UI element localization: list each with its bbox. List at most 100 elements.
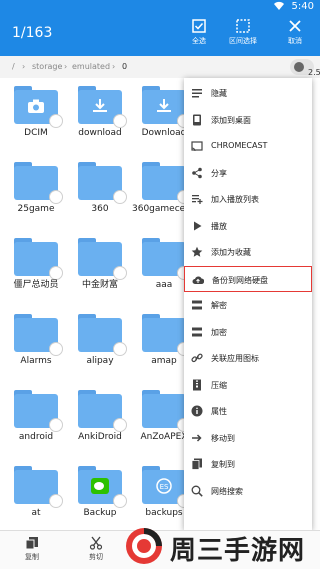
cut-button[interactable]: 剪切 xyxy=(76,536,116,562)
breadcrumb-sep: › xyxy=(64,62,68,71)
select-checkbox[interactable] xyxy=(113,114,127,128)
select-checkbox[interactable] xyxy=(113,266,127,280)
folder-item[interactable]: Backup xyxy=(68,458,132,530)
menu-item-label: 分享 xyxy=(211,168,227,178)
folder-label: 360 xyxy=(91,204,109,214)
compress-icon xyxy=(193,379,201,390)
menu-item-label: 关联应用图标 xyxy=(211,354,259,363)
cancel-button[interactable]: 取消 xyxy=(270,18,320,46)
share-icon xyxy=(192,167,202,178)
star-icon xyxy=(191,246,203,257)
folder-item[interactable]: 中金财富 xyxy=(68,230,132,302)
copy-to-icon xyxy=(191,458,202,470)
folder-item[interactable]: AnkiDroid xyxy=(68,382,132,454)
folder-icon xyxy=(14,390,63,432)
menu-item-label: 隐藏 xyxy=(211,89,227,98)
encrypt-icon xyxy=(192,327,202,336)
select-checkbox[interactable] xyxy=(113,190,127,204)
menu-item-label: 移动到 xyxy=(211,433,235,443)
folder-icon xyxy=(78,238,127,280)
hide-icon xyxy=(192,89,202,98)
folder-item[interactable]: 360 xyxy=(68,154,132,226)
folder-label: 25game xyxy=(17,204,55,214)
folder-icon xyxy=(14,314,63,356)
storage-indicator[interactable]: 2.5... xyxy=(290,59,320,77)
folder-icon xyxy=(142,238,191,280)
folder-icon xyxy=(78,86,127,128)
folder-item[interactable]: download xyxy=(68,78,132,150)
menu-item[interactable]: 复制到 xyxy=(184,451,312,477)
menu-item[interactable]: CHROMECAST xyxy=(184,133,312,159)
watermark-logo-icon xyxy=(126,528,162,564)
menu-item[interactable]: 添加到桌面 xyxy=(184,107,312,133)
select-checkbox[interactable] xyxy=(49,418,63,432)
menu-item[interactable]: 加密 xyxy=(184,319,312,345)
folder-item[interactable]: 25game xyxy=(4,154,68,226)
select-checkbox[interactable] xyxy=(113,494,127,508)
menu-item[interactable]: 分享 xyxy=(184,160,312,186)
select-checkbox[interactable] xyxy=(49,494,63,508)
menu-item-label: 播放 xyxy=(211,221,227,231)
folder-icon xyxy=(142,390,191,432)
menu-item[interactable]: 关联应用图标 xyxy=(184,345,312,371)
play-icon xyxy=(194,221,202,230)
download-icon xyxy=(90,98,110,114)
menu-item[interactable]: 网络搜索 xyxy=(184,478,312,504)
menu-item[interactable]: 播放 xyxy=(184,213,312,239)
menu-item[interactable]: 备份到网络硬盘 xyxy=(184,265,312,292)
menu-item[interactable]: 移动到 xyxy=(184,425,312,451)
select-all-label: 全选 xyxy=(192,37,206,45)
select-checkbox[interactable] xyxy=(113,342,127,356)
menu-item-label: 加密 xyxy=(211,327,227,337)
watermark-text: 周三手游网 xyxy=(170,536,306,566)
copy-label: 复制 xyxy=(25,553,39,561)
folder-item[interactable]: android xyxy=(4,382,68,454)
folder-icon xyxy=(14,162,63,204)
menu-item-label: 网络搜索 xyxy=(211,486,243,496)
folder-item[interactable]: 僵尸总动员 xyxy=(4,230,68,302)
folder-icon xyxy=(142,162,191,204)
select-all-button[interactable]: 全选 xyxy=(174,18,224,46)
menu-item-label: 备份到网络硬盘 xyxy=(212,275,268,285)
menu-item-label: 添加到桌面 xyxy=(211,115,251,125)
move-icon xyxy=(192,433,202,442)
menu-item[interactable]: 添加为收藏 xyxy=(184,239,312,265)
folder-icon xyxy=(14,466,63,508)
web-search-icon xyxy=(191,485,203,497)
folder-label: Backup xyxy=(83,508,117,518)
app-bar: 1/163 全选 区间选择 取消 xyxy=(0,14,320,56)
storage-pie-icon xyxy=(294,62,304,72)
menu-item[interactable]: 压缩 xyxy=(184,372,312,398)
select-checkbox[interactable] xyxy=(113,418,127,432)
folder-item[interactable]: alipay xyxy=(68,306,132,378)
folder-label: at xyxy=(31,508,41,518)
select-checkbox[interactable] xyxy=(49,114,63,128)
folder-item[interactable]: at xyxy=(4,458,68,530)
breadcrumb-storage[interactable]: storage xyxy=(32,62,62,71)
folder-icon xyxy=(14,86,63,128)
folder-label: download xyxy=(78,128,122,138)
folder-icon: ES xyxy=(142,466,191,508)
menu-item[interactable]: 属性 xyxy=(184,398,312,424)
copy-button[interactable]: 复制 xyxy=(12,536,52,562)
folder-label: 僵尸总动员 xyxy=(13,280,59,290)
select-checkbox[interactable] xyxy=(49,266,63,280)
range-select-label: 区间选择 xyxy=(229,37,257,45)
select-checkbox[interactable] xyxy=(49,190,63,204)
status-bar: 5:40 xyxy=(0,0,320,14)
folder-icon xyxy=(78,162,127,204)
folder-item[interactable]: Alarms xyxy=(4,306,68,378)
info-icon xyxy=(191,405,203,417)
breadcrumb-root[interactable]: / xyxy=(12,62,15,71)
breadcrumb-current[interactable]: 0 xyxy=(122,62,127,71)
range-select-button[interactable]: 区间选择 xyxy=(218,18,268,46)
breadcrumb-emulated[interactable]: emulated xyxy=(72,62,110,71)
folder-icon xyxy=(14,238,63,280)
status-time: 5:40 xyxy=(291,1,314,12)
folder-label: 中金财富 xyxy=(81,280,118,290)
menu-item[interactable]: 加入播放列表 xyxy=(184,186,312,212)
menu-item[interactable]: 隐藏 xyxy=(184,80,312,106)
select-checkbox[interactable] xyxy=(49,342,63,356)
folder-item[interactable]: DCIM xyxy=(4,78,68,150)
menu-item[interactable]: 解密 xyxy=(184,292,312,318)
